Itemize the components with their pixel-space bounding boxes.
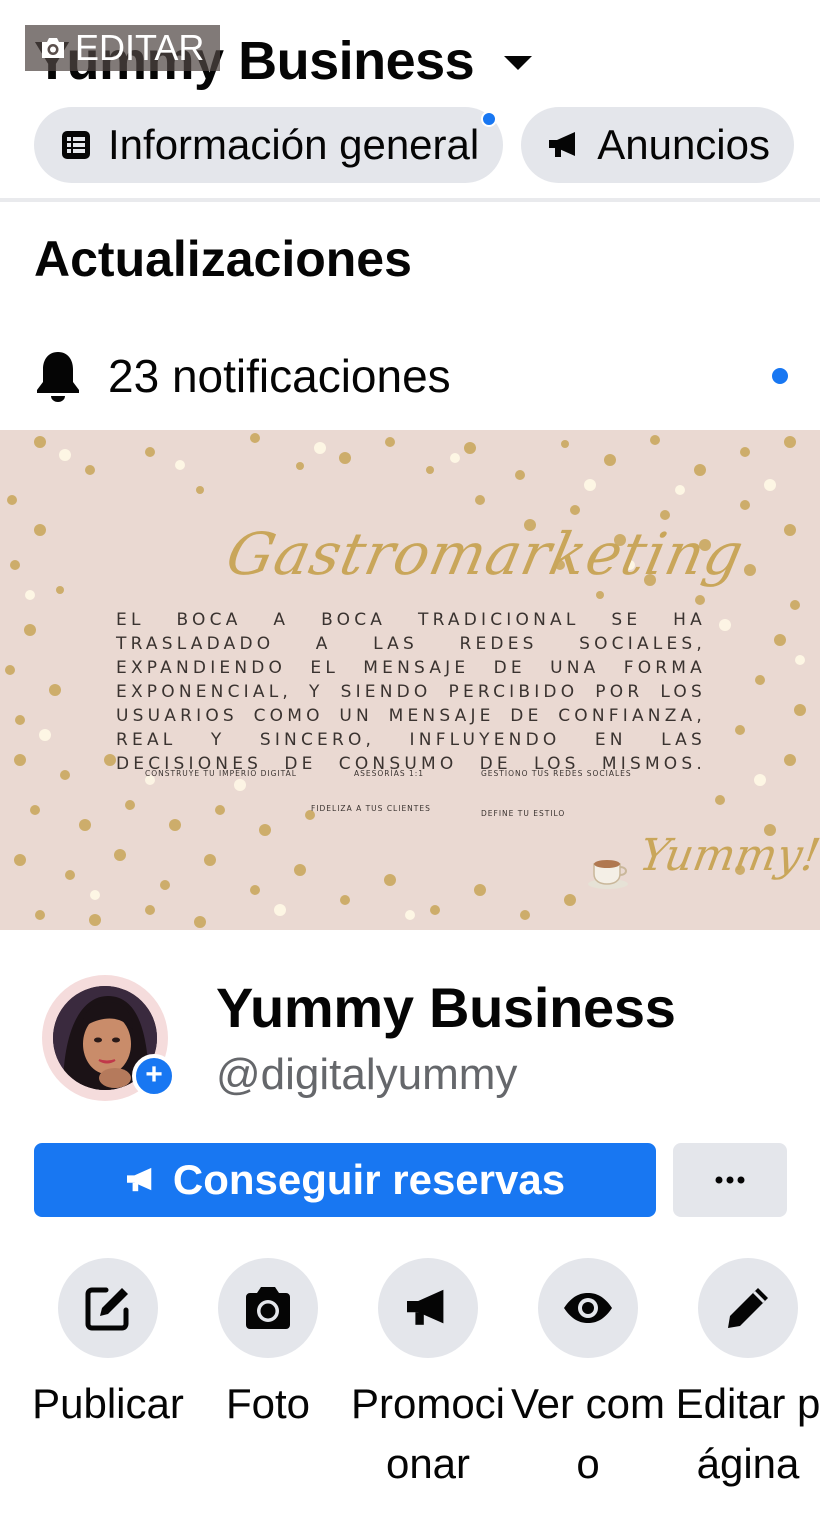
megaphone-icon — [407, 1289, 444, 1325]
pencil-icon — [728, 1288, 768, 1328]
megaphone-icon — [547, 130, 581, 160]
action-promocionar[interactable]: Promocionar — [348, 1258, 508, 1494]
cover-small-text: FIDELIZA A TUS CLIENTES — [311, 804, 431, 813]
action-circle[interactable] — [58, 1258, 158, 1358]
unread-dot — [481, 111, 498, 127]
button-label: Conseguir reservas — [172, 1156, 566, 1203]
notifications-row[interactable]: 23 notificaciones — [34, 340, 794, 412]
caret-down-icon[interactable] — [504, 56, 533, 70]
cover-small-text: GESTIONO TUS REDES SOCIALES — [481, 769, 632, 778]
cover-small-text: DEFINE TU ESTILO — [481, 809, 566, 818]
action-circle[interactable] — [538, 1258, 638, 1358]
cover-signature: Yummy! — [635, 830, 820, 881]
cover-body-text: EL BOCA A BOCA TRADICIONAL SE HA TRASLAD… — [116, 610, 706, 774]
edit-label: EDITAR — [75, 27, 205, 68]
edit-square-icon — [85, 1287, 129, 1331]
action-ver-como[interactable]: Ver como — [508, 1258, 668, 1494]
list-icon — [60, 129, 92, 161]
action-circle[interactable] — [378, 1258, 478, 1358]
updates-title: Actualizaciones — [34, 231, 412, 287]
action-label: Foto — [225, 1380, 311, 1427]
megaphone-icon — [125, 1166, 157, 1194]
unread-dot — [772, 368, 788, 384]
edit-cover-button[interactable]: EDITAR — [25, 25, 221, 71]
coffee-cup-icon — [588, 860, 628, 889]
action-label: Promocionar — [350, 1380, 506, 1487]
action-circle[interactable] — [698, 1258, 798, 1358]
notifications-count: 23 notificaciones — [108, 350, 451, 402]
action-publicar[interactable]: Publicar — [28, 1258, 188, 1494]
action-label: Publicar — [32, 1380, 184, 1427]
tab-label: Información general — [108, 121, 480, 168]
tab-label: Anuncios — [597, 121, 770, 168]
cover-small-text: CONSTRUYE TU IMPERIO DIGITAL — [145, 769, 297, 778]
bell-icon — [34, 349, 82, 403]
get-bookings-button[interactable]: Conseguir reservas — [34, 1143, 656, 1217]
cover-small-text: ASESORÍAS 1:1 — [354, 769, 425, 778]
more-options-button[interactable] — [673, 1143, 787, 1217]
profile-handle: @digitalyummy — [216, 1050, 518, 1099]
tab-anuncios[interactable]: Anuncios — [521, 107, 794, 183]
add-story-button[interactable]: + — [132, 1054, 176, 1098]
header-divider — [0, 198, 820, 202]
cover-script-title: Gastromarketing — [220, 520, 750, 588]
camera-icon — [246, 1287, 290, 1329]
action-editar-pagina[interactable]: Editar página — [668, 1258, 820, 1494]
action-label: Ver como — [510, 1380, 666, 1487]
action-label: Editar página — [675, 1380, 820, 1487]
quick-actions: Publicar Foto Promocionar Ver como Edita… — [28, 1258, 820, 1494]
tab-informacion-general[interactable]: Información general — [34, 107, 504, 183]
action-circle[interactable] — [218, 1258, 318, 1358]
action-foto[interactable]: Foto — [188, 1258, 348, 1494]
eye-icon — [564, 1293, 612, 1323]
profile-name: Yummy Business — [216, 976, 676, 1039]
camera-icon — [39, 36, 67, 60]
tab-bar: Información general Anuncios — [34, 107, 794, 183]
more-dots-icon — [715, 1176, 745, 1184]
